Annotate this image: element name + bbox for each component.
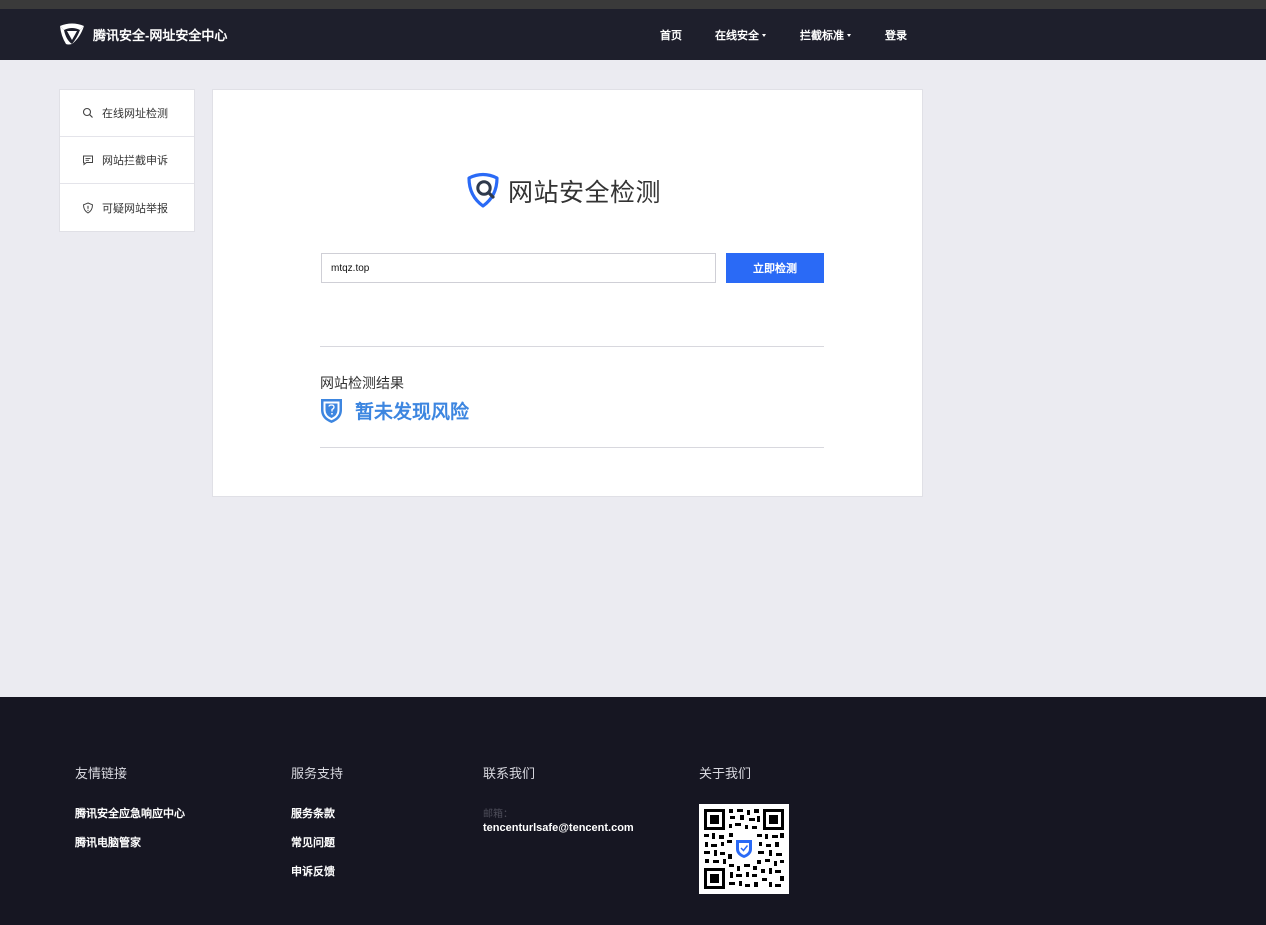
caret-down-icon <box>847 33 851 37</box>
nav-login-label: 登录 <box>885 30 907 42</box>
footer-link-pc-manager[interactable]: 腾讯电脑管家 <box>75 834 141 850</box>
caret-down-icon <box>762 33 766 37</box>
sidebar-item-appeal[interactable]: 网站拦截申诉 <box>60 137 194 184</box>
footer-link-feedback[interactable]: 申诉反馈 <box>291 863 335 879</box>
sidebar-item-url-check[interactable]: 在线网址检测 <box>60 90 194 137</box>
footer: 友情链接 腾讯安全应急响应中心 腾讯电脑管家 服务支持 服务条款 常见问题 申诉… <box>0 697 1266 925</box>
sidebar-item-label: 可疑网站举报 <box>102 202 168 215</box>
nav-home[interactable]: 首页 <box>660 27 682 43</box>
safe-shield-icon <box>321 398 342 423</box>
nav-block-standard[interactable]: 拦截标准 <box>800 27 851 43</box>
main-nav: 首页 在线安全 拦截标准 登录 <box>0 9 1266 60</box>
main-panel: 网站安全检测 立即检测 网站检测结果 暂未发现风险 <box>212 89 923 497</box>
check-now-button[interactable]: 立即检测 <box>726 253 824 283</box>
footer-email-link[interactable]: tencenturlsafe@tencent.com <box>483 822 634 834</box>
page-title: 网站安全检测 <box>465 172 661 210</box>
footer-friend-links-title: 友情链接 <box>75 766 128 781</box>
sidebar-item-label: 在线网址检测 <box>102 108 168 120</box>
footer-about-title: 关于我们 <box>699 766 752 781</box>
nav-online-security[interactable]: 在线安全 <box>715 27 766 43</box>
search-icon <box>82 107 93 118</box>
shield-alert-icon <box>82 201 94 214</box>
qr-code-graphic <box>704 809 784 889</box>
shield-search-icon <box>467 172 499 208</box>
message-icon <box>83 155 93 166</box>
result-title: 网站检测结果 <box>320 375 404 391</box>
page-title-text: 网站安全检测 <box>508 179 662 207</box>
footer-link-tsrc[interactable]: 腾讯安全应急响应中心 <box>75 805 185 821</box>
footer-link-terms[interactable]: 服务条款 <box>291 805 335 821</box>
window-top-strip <box>0 0 1266 9</box>
footer-contact-title: 联系我们 <box>483 766 536 781</box>
qr-code-icon <box>699 804 789 894</box>
divider <box>320 346 824 347</box>
sidebar: 在线网址检测 网站拦截申诉 可疑网站举报 <box>59 89 195 232</box>
sidebar-item-report[interactable]: 可疑网站举报 <box>60 184 194 231</box>
result-status: 暂未发现风险 <box>320 396 469 424</box>
nav-login[interactable]: 登录 <box>885 27 907 43</box>
divider <box>320 447 824 448</box>
top-header: 腾讯安全-网址安全中心 首页 在线安全 拦截标准 登录 <box>0 9 1266 60</box>
nav-block-standard-label: 拦截标准 <box>800 30 844 42</box>
url-input[interactable] <box>321 253 716 283</box>
footer-email-label: 邮箱： <box>483 809 513 820</box>
footer-support-title: 服务支持 <box>291 766 344 781</box>
nav-online-security-label: 在线安全 <box>715 30 759 42</box>
nav-home-label: 首页 <box>660 30 682 42</box>
sidebar-item-label: 网站拦截申诉 <box>102 155 168 167</box>
result-status-text: 暂未发现风险 <box>355 401 470 423</box>
footer-link-faq[interactable]: 常见问题 <box>291 834 335 850</box>
